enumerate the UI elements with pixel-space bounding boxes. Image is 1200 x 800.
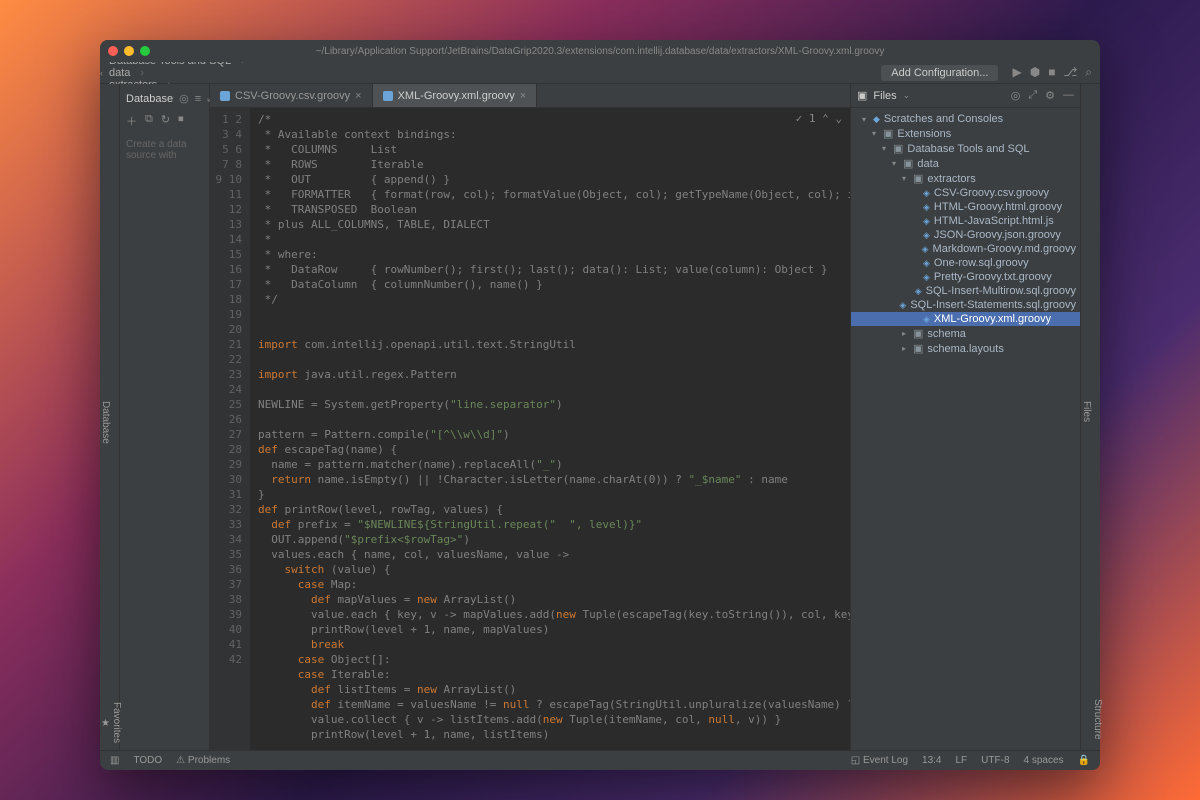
tree-folder[interactable]: ▸▣schema.layouts	[851, 341, 1080, 356]
editor-tab[interactable]: CSV-Groovy.csv.groovy×	[210, 84, 373, 107]
settings-icon[interactable]: ⚙	[1045, 89, 1055, 102]
tree-file[interactable]: ◈Pretty-Groovy.txt.groovy	[851, 270, 1080, 284]
filter-icon[interactable]: ≡	[195, 93, 201, 105]
main-area: Database Database ◎ ≡ ⤢ ＋ ⧉ ↻ ⏹ Create a…	[100, 84, 1100, 750]
close-tab-icon[interactable]: ×	[520, 90, 526, 102]
favorites-rail[interactable]: ★ Favorites	[100, 690, 120, 750]
files-icon: ▣	[857, 89, 867, 102]
status-line-sep[interactable]: LF	[956, 755, 968, 766]
stop2-icon[interactable]: ⏹	[178, 113, 184, 129]
file-icon	[220, 91, 230, 101]
tree-folder[interactable]: ▾▣extractors	[851, 171, 1080, 186]
code-area[interactable]: /* * Available context bindings: * COLUM…	[250, 108, 850, 750]
editor-tabs: CSV-Groovy.csv.groovy×XML-Groovy.xml.gro…	[210, 84, 850, 108]
right-rail-files[interactable]: Files	[1081, 94, 1092, 750]
inspection-badge[interactable]: ✓ 1 ⌃ ⌄	[796, 112, 842, 125]
tree-file[interactable]: ◈HTML-JavaScript.html.js	[851, 214, 1080, 228]
tree-file[interactable]: ◈HTML-Groovy.html.groovy	[851, 200, 1080, 214]
line-gutter: 1 2 3 4 5 6 7 8 9 10 11 12 13 14 15 16 1…	[210, 108, 250, 750]
status-left-icon[interactable]: ▥	[110, 755, 119, 766]
window-title: ~/Library/Application Support/JetBrains/…	[100, 46, 1100, 57]
editor-tab[interactable]: XML-Groovy.xml.groovy×	[373, 84, 538, 107]
status-lock-icon[interactable]: 🔒	[1078, 755, 1090, 766]
tree-folder[interactable]: ▾▣Database Tools and SQL	[851, 141, 1080, 156]
expand-icon[interactable]: ⤢	[1028, 89, 1037, 102]
tree-file[interactable]: ◈JSON-Groovy.json.groovy	[851, 228, 1080, 242]
panel-hint: Create a data source with	[124, 133, 205, 167]
tree-file[interactable]: ◈SQL-Insert-Multirow.sql.groovy	[851, 284, 1080, 298]
titlebar: ~/Library/Application Support/JetBrains/…	[100, 40, 1100, 62]
database-panel: Database ◎ ≡ ⤢ ＋ ⧉ ↻ ⏹ Create a data sou…	[120, 84, 210, 750]
tree-folder[interactable]: ▾▣data	[851, 156, 1080, 171]
files-panel-title: Files	[873, 90, 896, 102]
status-indent[interactable]: 4 spaces	[1024, 755, 1064, 766]
git-icon[interactable]: ⎇	[1063, 65, 1077, 80]
run-toolbar: ▶ ⬢ ■ ⎇ ⌕	[1004, 65, 1100, 80]
run-icon[interactable]: ▶	[1012, 65, 1021, 80]
hide-icon[interactable]: —	[1063, 89, 1074, 102]
select-opened-icon[interactable]: ◎	[1011, 89, 1021, 102]
debug-icon[interactable]: ⬢	[1030, 65, 1040, 80]
status-bar: ▥ TODO ⚠ Problems ◱ Event Log 13:4 LF UT…	[100, 750, 1100, 770]
left-rail[interactable]: Database	[100, 84, 120, 750]
status-todo[interactable]: TODO	[133, 755, 162, 766]
breadcrumb-item[interactable]: data	[103, 67, 251, 79]
refresh-icon[interactable]: ↻	[161, 113, 170, 129]
file-tree[interactable]: ▾◆Scratches and Consoles▾▣Extensions▾▣Da…	[851, 108, 1080, 750]
status-encoding[interactable]: UTF-8	[981, 755, 1009, 766]
close-tab-icon[interactable]: ×	[355, 90, 361, 102]
target-icon[interactable]: ◎	[179, 92, 189, 105]
copy-icon[interactable]: ⧉	[145, 113, 153, 129]
status-eventlog[interactable]: ◱ Event Log	[851, 755, 908, 766]
tree-folder[interactable]: ▾▣Extensions	[851, 126, 1080, 141]
tree-file[interactable]: ◈CSV-Groovy.csv.groovy	[851, 186, 1080, 200]
tree-file[interactable]: ◈XML-Groovy.xml.groovy	[851, 312, 1080, 326]
files-scope-chevron-icon[interactable]: ⌄	[903, 90, 911, 101]
app-window: ~/Library/Application Support/JetBrains/…	[100, 40, 1100, 770]
stop-icon[interactable]: ■	[1048, 65, 1055, 80]
database-panel-title: Database	[126, 93, 173, 105]
tree-file[interactable]: ◈Markdown-Groovy.md.groovy	[851, 242, 1080, 256]
editor-column: CSV-Groovy.csv.groovy×XML-Groovy.xml.gro…	[210, 84, 850, 750]
breadcrumb: ‹ extensionsDatabase Tools and SQLdataex…	[100, 62, 1100, 84]
file-icon	[383, 91, 393, 101]
right-rail: Files Structure	[1080, 84, 1100, 750]
code-editor[interactable]: ✓ 1 ⌃ ⌄ 1 2 3 4 5 6 7 8 9 10 11 12 13 14…	[210, 108, 850, 750]
add-icon[interactable]: ＋	[126, 113, 137, 129]
add-configuration-button[interactable]: Add Configuration...	[881, 65, 998, 81]
tree-file[interactable]: ◈SQL-Insert-Statements.sql.groovy	[851, 298, 1080, 312]
tree-folder[interactable]: ▸▣schema	[851, 326, 1080, 341]
files-panel: ▣ Files ⌄ ◎ ⤢ ⚙ — ▾◆Scratches and Consol…	[850, 84, 1080, 750]
tree-file[interactable]: ◈One-row.sql.groovy	[851, 256, 1080, 270]
search-icon[interactable]: ⌕	[1085, 65, 1092, 80]
tree-folder[interactable]: ▾◆Scratches and Consoles	[851, 112, 1080, 126]
status-problems[interactable]: ⚠ Problems	[176, 755, 230, 766]
status-caret-pos[interactable]: 13:4	[922, 755, 941, 766]
right-rail-structure[interactable]: Structure	[1092, 699, 1103, 740]
